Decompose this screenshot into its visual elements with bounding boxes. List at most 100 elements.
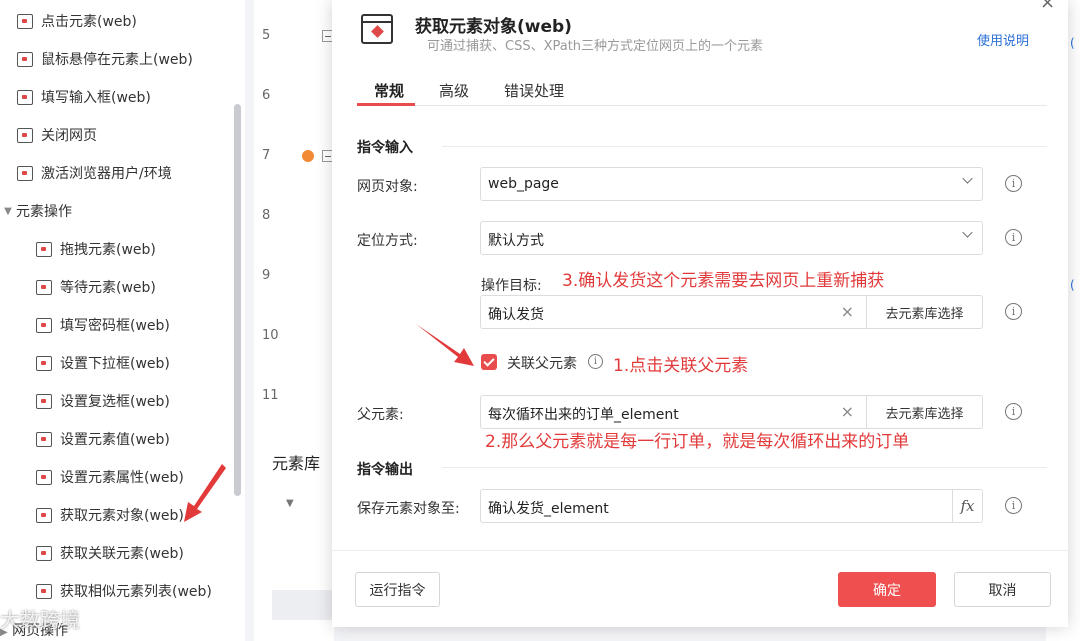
- sidebar-item-activate-browser[interactable]: 激活浏览器用户/环境: [17, 158, 172, 188]
- sidebar-item-close-page[interactable]: 关闭网页: [17, 120, 97, 150]
- info-icon[interactable]: i: [1005, 303, 1022, 320]
- sidebar-item-label: 激活浏览器用户/环境: [41, 166, 172, 182]
- caret-down-icon: ▼: [4, 205, 12, 217]
- sidebar-item-hover-element[interactable]: 鼠标悬停在元素上(web): [17, 44, 193, 74]
- active-tab-indicator: [357, 103, 415, 106]
- click-element-icon: [17, 13, 33, 29]
- line-number: 8: [262, 208, 271, 223]
- info-icon[interactable]: i: [1005, 175, 1022, 192]
- sidebar-item-label: 设置元素属性(web): [60, 470, 184, 486]
- locate-method-select[interactable]: 默认方式: [480, 221, 983, 255]
- sidebar-item-wait-element[interactable]: 等待元素(web): [36, 272, 156, 302]
- confirm-button[interactable]: 确定: [838, 572, 936, 607]
- sidebar-item-get-element[interactable]: 获取元素对象(web): [36, 500, 184, 530]
- cancel-button[interactable]: 取消: [954, 572, 1051, 607]
- close-icon[interactable]: ×: [1040, 0, 1055, 13]
- save-to-label: 保存元素对象至:: [357, 501, 460, 517]
- info-icon[interactable]: i: [1005, 403, 1022, 420]
- sidebar-group-element-ops[interactable]: ▼ 元素操作: [0, 196, 72, 226]
- help-link[interactable]: 使用说明: [977, 30, 1029, 49]
- annotation-step-1: 1.点击关联父元素: [613, 356, 749, 376]
- locate-method-value: 默认方式: [488, 233, 544, 249]
- checkbox-icon: [36, 393, 52, 409]
- parent-element-value: 每次循环出来的订单_element: [488, 407, 679, 423]
- right-edge-glyph: (: [1070, 36, 1075, 50]
- annotation-step-3: 3.确认发货这个元素需要去网页上重新捕获: [562, 271, 885, 291]
- sidebar-item-drag-element[interactable]: 拖拽元素(web): [36, 234, 156, 264]
- get-element-dialog: 获取元素对象(web) 可通过捕获、CSS、XPath三种方式定位网页上的一个元…: [332, 0, 1068, 627]
- web-object-select[interactable]: web_page: [480, 167, 983, 201]
- sidebar-item-set-value[interactable]: 设置元素值(web): [36, 424, 170, 454]
- get-element-icon: [36, 507, 52, 523]
- line-number: 11: [262, 388, 279, 403]
- sidebar-item-set-dropdown[interactable]: 设置下拉框(web): [36, 348, 170, 378]
- section-divider: [442, 146, 1047, 147]
- parent-element-field[interactable]: 每次循环出来的订单_element × 去元素库选择: [480, 395, 983, 429]
- library-row[interactable]: [272, 554, 334, 584]
- attribute-icon: [36, 469, 52, 485]
- sidebar-scrollbar[interactable]: [234, 104, 241, 496]
- annotation-arrow: [416, 324, 474, 366]
- close-page-icon: [17, 127, 33, 143]
- related-element-icon: [36, 545, 52, 561]
- tab-error-handling[interactable]: 错误处理: [504, 80, 564, 101]
- sidebar-item-fill-password[interactable]: 填写密码框(web): [36, 310, 170, 340]
- pick-from-library-button[interactable]: 去元素库选择: [866, 296, 982, 328]
- dropdown-icon: [36, 355, 52, 371]
- tab-bar: 常规 高级 错误处理: [357, 72, 1047, 106]
- sidebar-item-label: 填写输入框(web): [41, 90, 151, 106]
- sidebar-item-label: 设置复选框(web): [60, 394, 170, 410]
- library-row[interactable]: [272, 484, 334, 514]
- info-icon[interactable]: i: [1005, 229, 1022, 246]
- sidebar-item-set-attribute[interactable]: 设置元素属性(web): [36, 462, 184, 492]
- breakpoint-icon[interactable]: [302, 150, 314, 162]
- sidebar-item-label: 鼠标悬停在元素上(web): [41, 52, 193, 68]
- element-library-title: 元素库: [272, 454, 321, 473]
- clear-icon[interactable]: ×: [841, 402, 854, 421]
- annotation-step-2: 2.那么父元素就是每一行订单，就是每次循环出来的订单: [485, 432, 910, 452]
- sidebar-item-label: 设置下拉框(web): [60, 356, 170, 372]
- line-number: 10: [262, 328, 279, 343]
- target-field[interactable]: 确认发货 × 去元素库选择: [480, 295, 983, 329]
- pick-from-library-button[interactable]: 去元素库选择: [866, 396, 982, 428]
- info-icon[interactable]: i: [1005, 497, 1022, 514]
- section-divider: [442, 467, 1047, 468]
- sidebar-item-get-similar[interactable]: 获取相似元素列表(web): [36, 576, 212, 606]
- tab-general[interactable]: 常规: [374, 80, 404, 101]
- parent-element-label: 父元素:: [357, 407, 404, 423]
- parent-element-checkbox-label[interactable]: 关联父元素: [507, 353, 577, 373]
- sidebar-item-label: 等待元素(web): [60, 280, 156, 296]
- line-number: 7: [262, 148, 271, 163]
- sidebar-item-label: 关闭网页: [41, 128, 97, 144]
- sidebar-item-fill-input[interactable]: 填写输入框(web): [17, 82, 151, 112]
- run-command-button[interactable]: 运行指令: [355, 572, 440, 607]
- sidebar-item-set-checkbox[interactable]: 设置复选框(web): [36, 386, 170, 416]
- line-number: 6: [262, 88, 271, 103]
- info-icon[interactable]: i: [588, 354, 603, 369]
- target-label: 操作目标:: [481, 278, 542, 294]
- sidebar-item-label: 获取相似元素列表(web): [60, 584, 212, 600]
- expression-icon[interactable]: fx: [952, 490, 982, 522]
- library-row[interactable]: [272, 524, 334, 554]
- wait-icon: [36, 279, 52, 295]
- edit-icon: [17, 89, 33, 105]
- clear-icon[interactable]: ×: [841, 302, 854, 321]
- watermark: 大数跨境: [0, 608, 80, 632]
- sidebar-item-click-element[interactable]: 点击元素(web): [17, 6, 137, 36]
- parent-element-checkbox[interactable]: [481, 354, 497, 370]
- chevron-down-icon: [962, 227, 973, 238]
- line-number: 9: [262, 268, 271, 283]
- save-to-field[interactable]: 确认发货_element fx: [480, 489, 983, 523]
- footer-divider: [332, 550, 1068, 551]
- hover-icon: [17, 51, 33, 67]
- library-row[interactable]: [272, 590, 334, 620]
- target-value: 确认发货: [488, 307, 544, 323]
- web-element-icon: [361, 14, 393, 44]
- sidebar-item-get-related[interactable]: 获取关联元素(web): [36, 538, 184, 568]
- sidebar-item-label: 设置元素值(web): [60, 432, 170, 448]
- section-input-title: 指令输入: [357, 140, 413, 156]
- similar-list-icon: [36, 583, 52, 599]
- line-number: 5: [262, 28, 271, 43]
- drag-icon: [36, 241, 52, 257]
- tab-advanced[interactable]: 高级: [439, 80, 469, 101]
